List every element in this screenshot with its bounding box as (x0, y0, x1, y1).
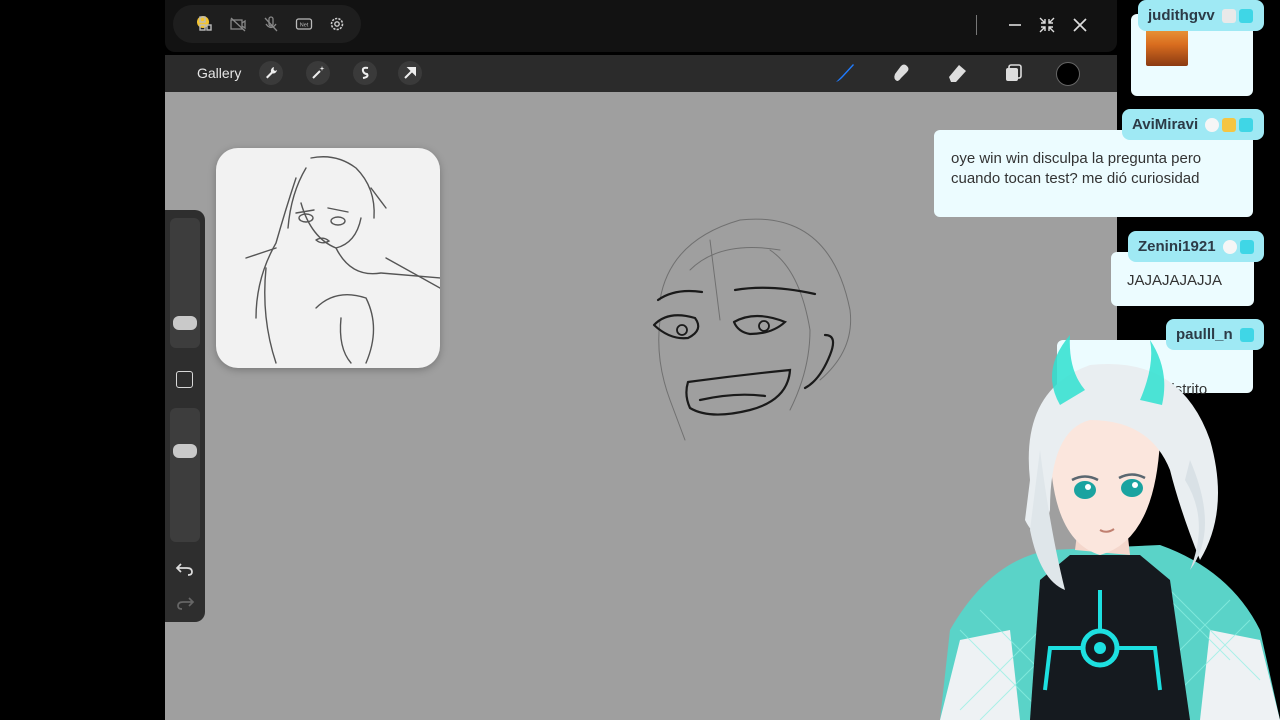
chat-message-2: oye win win disculpa la pregunta pero cu… (934, 130, 1253, 217)
minimize-icon[interactable] (1005, 15, 1025, 35)
egg-badge-icon (1222, 240, 1237, 255)
modify-button-icon[interactable] (176, 371, 193, 388)
sub-badge-icon (1239, 240, 1254, 255)
chat-username-text: AviMiravi (1132, 116, 1199, 133)
chat-username-3[interactable]: Zenini1921 (1128, 231, 1264, 262)
crown-badge-icon (1222, 118, 1237, 133)
app-toolbar: Gallery (165, 55, 1117, 92)
brush-sidebar (165, 210, 205, 622)
reference-sketch-image (245, 156, 440, 364)
settings-icon[interactable] (328, 15, 346, 33)
brush-opacity-slider[interactable] (170, 408, 200, 542)
smudge-icon[interactable] (889, 61, 913, 85)
collapse-icon[interactable] (1037, 15, 1057, 35)
chat-message-text: JAJAJAJAJJA (1127, 272, 1223, 289)
brush-icon[interactable] (833, 61, 857, 85)
color-picker-swatch[interactable] (1056, 62, 1080, 86)
mic-off-icon[interactable] (262, 15, 280, 33)
redo-icon[interactable] (175, 594, 195, 612)
sub-badge-icon (1238, 9, 1253, 24)
vtuber-avatar (940, 335, 1280, 720)
brush-size-slider[interactable] (170, 218, 200, 348)
chat-message-text: oye win win disculpa la pregunta pero cu… (951, 150, 1202, 187)
wrench-icon[interactable] (259, 61, 283, 85)
network-label: Net (300, 23, 309, 29)
chat-username-text: Zenini1921 (1138, 238, 1216, 255)
chat-username-1[interactable]: judithgvv (1138, 0, 1264, 31)
brush-size-thumb[interactable] (173, 316, 197, 330)
transform-arrow-icon[interactable] (398, 61, 422, 85)
sub-badge-icon (1239, 118, 1254, 133)
reference-image-window[interactable] (216, 148, 440, 368)
layers-icon[interactable] (1001, 61, 1025, 85)
gallery-button[interactable]: Gallery (197, 65, 241, 81)
window-controls-separator (976, 15, 977, 35)
camera-off-icon[interactable] (229, 15, 247, 33)
close-icon[interactable] (1070, 15, 1090, 35)
chat-username-text: judithgvv (1148, 7, 1215, 24)
screen-share-icon[interactable] (195, 15, 213, 33)
screen-mirror-toolbar: Net (165, 0, 1117, 52)
network-icon[interactable]: Net (295, 15, 313, 33)
magic-wand-icon[interactable] (306, 61, 330, 85)
brush-opacity-thumb[interactable] (173, 444, 197, 458)
canvas-face-sketch (652, 218, 852, 441)
chat-username-2[interactable]: AviMiravi (1122, 109, 1264, 140)
selection-s-icon[interactable] (353, 61, 377, 85)
mirror-controls-group: Net (173, 5, 361, 43)
eraser-icon[interactable] (945, 61, 969, 85)
egg-badge-icon (1205, 118, 1220, 133)
undo-icon[interactable] (175, 560, 195, 578)
clock-badge-icon (1221, 9, 1236, 24)
